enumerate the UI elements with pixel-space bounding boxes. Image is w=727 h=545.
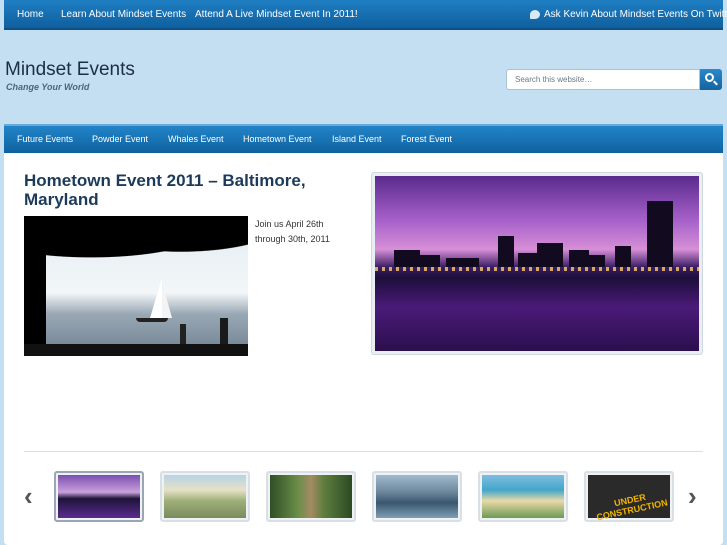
sailboat-image xyxy=(24,216,248,356)
post-body-text: Join us April 26th through 30th, 2011 xyxy=(255,219,330,244)
carousel-prev-arrow-icon[interactable]: ‹ xyxy=(24,483,38,509)
thumb-image xyxy=(376,475,458,518)
tree-canopy-shape xyxy=(24,216,248,266)
carousel-thumb-under-construction[interactable]: UNDER CONSTRUCTION xyxy=(584,471,674,522)
site-title[interactable]: Mindset Events xyxy=(5,59,135,81)
nav-future-events[interactable]: Future Events xyxy=(17,134,73,144)
dock-post-shape xyxy=(180,324,186,346)
nav-attend-link[interactable]: Attend A Live Mindset Event In 2011! xyxy=(195,9,358,20)
boat-hull-shape xyxy=(136,318,168,322)
search-button[interactable] xyxy=(700,69,722,90)
category-navigation-bar: Future Events Powder Event Whales Event … xyxy=(4,124,723,153)
building-shape xyxy=(394,249,421,267)
sail-shape xyxy=(162,282,172,318)
nav-whales-event[interactable]: Whales Event xyxy=(168,134,224,144)
top-navigation-bar: Home Learn About Mindset Events Attend A… xyxy=(4,0,727,30)
carousel-next-arrow-icon[interactable]: › xyxy=(688,483,702,509)
tree-trunk-shape xyxy=(24,216,46,356)
content-divider xyxy=(24,451,703,452)
site-tagline: Change Your World xyxy=(6,82,90,92)
post-title[interactable]: Hometown Event 2011 – Baltimore, Marylan… xyxy=(24,171,344,209)
carousel-thumb-city-skyline[interactable] xyxy=(54,471,144,522)
city-lights-shape xyxy=(375,267,699,271)
shoreline-shape xyxy=(24,344,248,356)
building-shape xyxy=(517,253,537,267)
nav-learn-link[interactable]: Learn About Mindset Events xyxy=(61,9,186,20)
thumb-image xyxy=(482,475,564,518)
building-shape xyxy=(569,249,589,267)
city-skyline-image[interactable] xyxy=(375,176,699,351)
search-icon-handle xyxy=(713,80,718,86)
carousel-thumb-mountain-lake[interactable] xyxy=(372,471,462,522)
under-construction-label: UNDER CONSTRUCTION xyxy=(595,491,669,523)
building-shape xyxy=(420,254,440,267)
thumb-image xyxy=(164,475,246,518)
building-shape xyxy=(614,246,631,267)
nav-island-event[interactable]: Island Event xyxy=(332,134,382,144)
building-shape xyxy=(446,258,479,267)
sail-shape xyxy=(150,278,162,318)
building-shape xyxy=(537,242,563,267)
twitter-bird-icon xyxy=(530,10,540,19)
twitter-link-label: Ask Kevin About Mindset Events On Twitte… xyxy=(544,9,727,20)
carousel-thumb-beach-bay[interactable] xyxy=(478,471,568,522)
search-input[interactable]: Search this website… xyxy=(506,69,700,90)
thumb-image xyxy=(270,475,352,518)
building-shape xyxy=(588,254,606,267)
featured-image-frame xyxy=(371,172,703,355)
nav-forest-event[interactable]: Forest Event xyxy=(401,134,452,144)
twitter-link[interactable]: Ask Kevin About Mindset Events On Twitte… xyxy=(530,9,727,20)
nav-hometown-event[interactable]: Hometown Event xyxy=(243,134,312,144)
thumb-image xyxy=(58,475,140,518)
dock-post-shape xyxy=(220,318,228,346)
carousel-thumb-coastal-cliffs[interactable] xyxy=(160,471,250,522)
carousel-thumb-forest-trail[interactable] xyxy=(266,471,356,522)
nav-powder-event[interactable]: Powder Event xyxy=(92,134,148,144)
thumb-image: UNDER CONSTRUCTION xyxy=(588,475,670,522)
building-shape xyxy=(647,200,674,267)
building-shape xyxy=(498,235,515,267)
nav-home-link[interactable]: Home xyxy=(17,9,44,20)
